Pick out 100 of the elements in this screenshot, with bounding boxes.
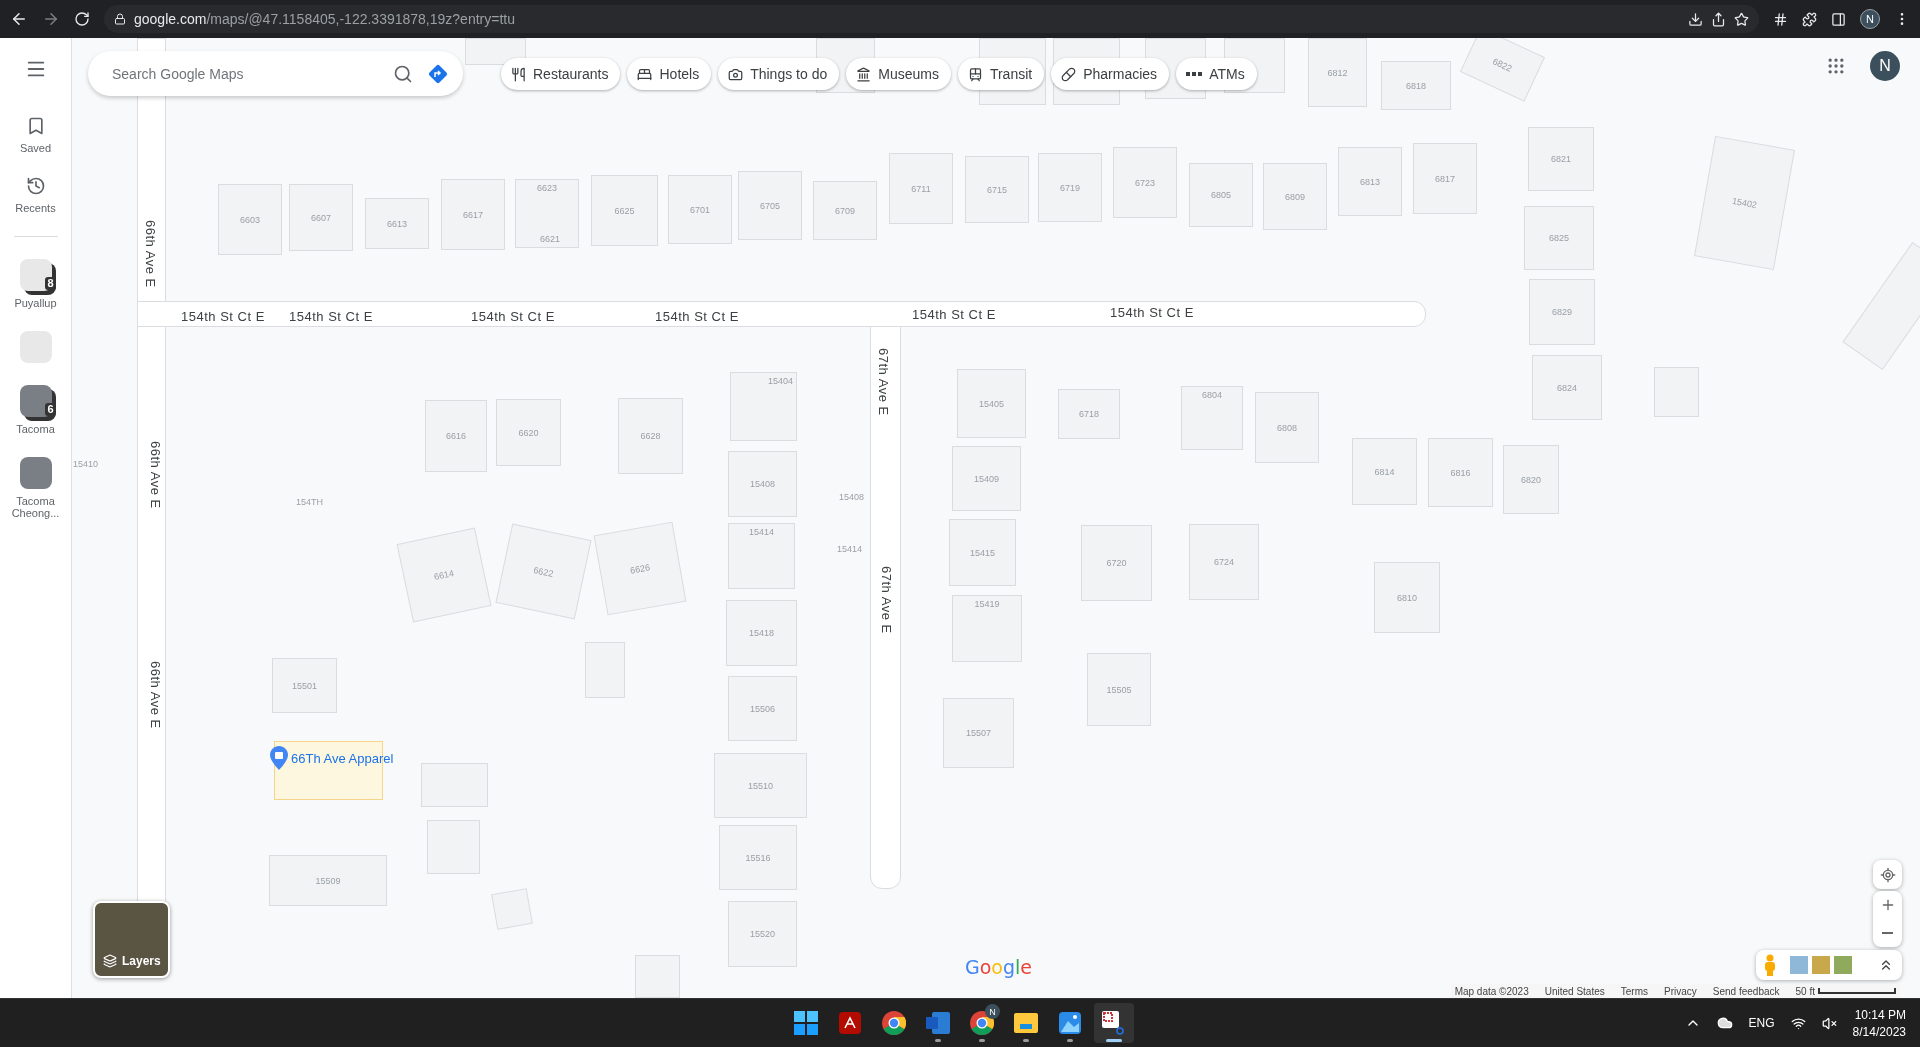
footer-link[interactable]: Terms bbox=[1620, 985, 1648, 997]
building: 6614 bbox=[396, 527, 492, 623]
profile-avatar[interactable]: N bbox=[1860, 9, 1880, 29]
address-bar[interactable]: google.com/maps/@47.1158405,-122.3391878,19z?entry=ttu bbox=[104, 5, 1759, 33]
address-number: 15414 bbox=[837, 544, 863, 554]
building bbox=[635, 955, 680, 998]
search-box[interactable]: Search Google Maps bbox=[88, 51, 463, 96]
street-name: 66th Ave E bbox=[148, 661, 163, 729]
category-chip[interactable]: Pharmacies bbox=[1051, 58, 1170, 90]
install-button[interactable] bbox=[1688, 11, 1703, 27]
recent-place[interactable]: Tacoma Cheong... bbox=[0, 457, 71, 519]
building: 15501 bbox=[272, 658, 337, 713]
building: 6813 bbox=[1338, 147, 1402, 216]
sidebar-item[interactable]: Saved bbox=[0, 116, 71, 154]
forward-button[interactable] bbox=[42, 10, 60, 28]
recent-place[interactable]: 6 Tacoma bbox=[0, 385, 71, 435]
extensions-button[interactable] bbox=[1802, 11, 1817, 27]
building: 6720 bbox=[1081, 525, 1152, 601]
footer-link[interactable]: Privacy bbox=[1664, 985, 1697, 997]
place-name[interactable]: 66Th Ave Apparel bbox=[291, 751, 394, 766]
bookmark-star-button[interactable] bbox=[1734, 11, 1749, 27]
building: 15405 bbox=[957, 369, 1026, 438]
layers-icon bbox=[103, 954, 117, 968]
category-chip[interactable]: ATMs bbox=[1176, 58, 1257, 90]
side-panel-button[interactable] bbox=[1831, 11, 1846, 27]
hash-extension-button[interactable] bbox=[1773, 11, 1788, 27]
building: 6809 bbox=[1263, 163, 1327, 230]
street-name: 154th St Ct E bbox=[471, 309, 555, 324]
apps-grid-icon[interactable] bbox=[1826, 56, 1846, 76]
building: 15408 bbox=[728, 451, 797, 517]
building: 6804 bbox=[1181, 386, 1243, 450]
street-name: 67th Ave E bbox=[876, 348, 891, 416]
my-location-button[interactable] bbox=[1873, 860, 1902, 889]
building: 6805 bbox=[1189, 163, 1253, 227]
building: 6622 bbox=[495, 523, 592, 620]
address-number: 15410 bbox=[73, 459, 99, 469]
taskbar-app[interactable]: N bbox=[962, 1003, 1002, 1043]
pharmacy-icon bbox=[1061, 66, 1077, 82]
utensils-icon bbox=[511, 66, 526, 82]
building: 6711 bbox=[889, 153, 953, 224]
share-button[interactable] bbox=[1711, 11, 1726, 27]
muted-speaker-icon[interactable] bbox=[1821, 1015, 1837, 1031]
building: 6625 bbox=[591, 175, 658, 246]
search-field[interactable]: Search Google Maps bbox=[110, 64, 379, 83]
building: 6719 bbox=[1038, 153, 1102, 222]
building: 15509 bbox=[269, 855, 387, 906]
category-chip[interactable]: Transit bbox=[957, 58, 1045, 90]
building: 15505 bbox=[1087, 653, 1151, 726]
account-avatar[interactable]: N bbox=[1870, 51, 1900, 81]
footer-link[interactable]: Send feedback bbox=[1712, 985, 1780, 997]
taskbar-app[interactable] bbox=[1094, 1003, 1134, 1043]
address-number: 154TH bbox=[296, 497, 323, 507]
sidebar-item[interactable]: Recents bbox=[0, 176, 71, 214]
back-button[interactable] bbox=[10, 10, 28, 28]
footer-link[interactable]: Map data ©2023 bbox=[1454, 985, 1529, 997]
language-indicator[interactable]: ENG bbox=[1748, 1016, 1775, 1030]
building: 15414 bbox=[728, 523, 795, 589]
address-number: 15408 bbox=[839, 492, 865, 502]
building: 15516 bbox=[719, 825, 797, 890]
reload-button[interactable] bbox=[74, 11, 90, 27]
category-chip[interactable]: Museums bbox=[846, 58, 951, 90]
download-icon bbox=[1688, 11, 1703, 27]
wifi-icon[interactable] bbox=[1790, 1015, 1806, 1031]
forward-icon bbox=[42, 10, 60, 28]
street-name: 154th St Ct E bbox=[1110, 305, 1194, 320]
building: 6822 bbox=[1459, 38, 1546, 102]
building: 6724 bbox=[1189, 524, 1259, 600]
bed-icon bbox=[637, 66, 653, 82]
photo-placeholder bbox=[19, 457, 52, 489]
share-icon bbox=[1711, 11, 1726, 27]
category-chip[interactable]: Things to do bbox=[718, 58, 840, 90]
building: 15415 bbox=[949, 519, 1016, 586]
puzzle-icon bbox=[1802, 11, 1817, 27]
category-chip[interactable]: Restaurants bbox=[501, 58, 621, 90]
building: 6820 bbox=[1503, 445, 1559, 514]
building bbox=[427, 820, 480, 874]
locate-icon bbox=[1879, 866, 1896, 883]
lock-icon bbox=[114, 13, 126, 25]
url-text: google.com/maps/@47.1158405,-122.3391878,19z?entry=ttu bbox=[134, 11, 515, 27]
cloud-icon[interactable] bbox=[1716, 1015, 1733, 1031]
camera-icon bbox=[728, 66, 744, 82]
building: 6709 bbox=[813, 181, 877, 240]
building: 6817 bbox=[1413, 143, 1477, 214]
clock[interactable]: 10:14 PM 8/14/2023 bbox=[1852, 1007, 1906, 1039]
street-name: 66th Ave E bbox=[143, 220, 158, 288]
building: 15409 bbox=[952, 446, 1021, 511]
profile-badge: N bbox=[985, 1004, 1000, 1019]
footer-link[interactable]: United States bbox=[1544, 985, 1605, 997]
building: 6825 bbox=[1524, 206, 1594, 270]
search-icon[interactable] bbox=[393, 63, 413, 84]
count-label: 6 bbox=[45, 403, 56, 416]
layers-button[interactable]: Layers bbox=[93, 901, 170, 978]
recent-place[interactable]: 8 Puyallup bbox=[0, 259, 71, 309]
building: 15510 bbox=[714, 753, 807, 818]
windows-icon bbox=[794, 1011, 818, 1035]
building: 6829 bbox=[1529, 279, 1595, 345]
pdf-app-icon bbox=[839, 1012, 861, 1034]
building: 6626 bbox=[593, 521, 687, 616]
category-chip[interactable]: Hotels bbox=[627, 58, 712, 90]
building: 6818 bbox=[1381, 61, 1451, 110]
